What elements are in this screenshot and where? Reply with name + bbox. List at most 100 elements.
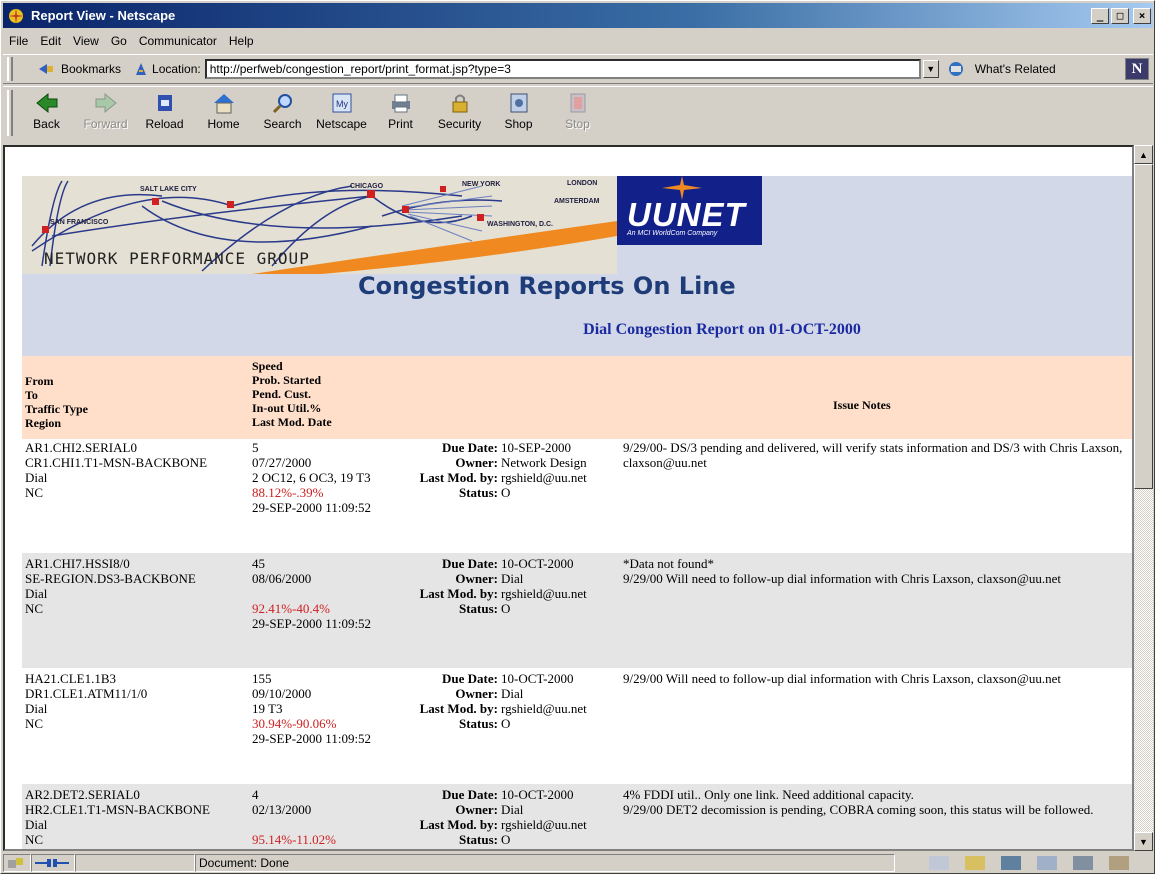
- close-button[interactable]: ×: [1133, 7, 1151, 24]
- address-book-icon[interactable]: [1037, 856, 1057, 870]
- pend-cust-value: [252, 586, 371, 601]
- due-date-label: Due Date:: [442, 556, 498, 571]
- table-row: HA21.CLE1.1B3 DR1.CLE1.ATM11/1/0 Dial NC 155…: [22, 668, 1132, 783]
- metrics-cell: 45 08/06/2000 92.41%-40.4% 29-SEP-2000 11:0…: [252, 556, 371, 631]
- security-status-icon[interactable]: [3, 854, 31, 872]
- maximize-button[interactable]: □: [1111, 7, 1129, 24]
- last-mod-by-label: Last Mod. by:: [419, 701, 498, 716]
- url-dropdown-button[interactable]: ▼: [922, 60, 939, 78]
- navigator-icon[interactable]: [929, 856, 949, 870]
- uunet-tagline: An MCI WorldCom Company: [627, 230, 718, 237]
- uunet-wordmark: UUNET: [627, 196, 746, 233]
- shop-button[interactable]: Shop: [489, 87, 548, 137]
- connection-icon: [8, 858, 23, 868]
- header-col-metrics: Speed Prob. Started Pend. Cust. In-out U…: [252, 359, 332, 429]
- edit-icon[interactable]: [1109, 856, 1129, 870]
- prob-started-value: 02/13/2000: [252, 802, 312, 817]
- city-label: LONDON: [567, 180, 597, 187]
- city-label: CHICAGO: [350, 183, 384, 190]
- traffic-type-value: Dial: [25, 470, 48, 485]
- menu-bar: File Edit View Go Communicator Help: [3, 31, 260, 51]
- util-value: 30.94%-90.06%: [252, 716, 337, 731]
- back-button[interactable]: Back: [17, 87, 76, 137]
- from-value: AR2.DET2.SERIAL0: [25, 787, 140, 802]
- due-date-value: 10-OCT-2000: [501, 556, 574, 571]
- bookmarks-icon: [39, 64, 53, 74]
- util-value: 95.14%-11.02%: [252, 832, 337, 847]
- traffic-type-value: Dial: [25, 817, 48, 832]
- whats-related-button[interactable]: What's Related: [947, 60, 1056, 78]
- region-value: NC: [25, 832, 44, 847]
- menu-file[interactable]: File: [3, 34, 34, 48]
- status-text: Document: Done: [195, 854, 895, 872]
- back-label: Back: [33, 117, 60, 131]
- header-issue-notes: Issue Notes: [833, 398, 891, 412]
- metrics-cell: 5 07/27/2000 2 OC12, 6 OC3, 19 T3 88.12%-.3…: [252, 440, 371, 515]
- bookmarks-button[interactable]: Bookmarks: [37, 61, 121, 77]
- toolbar-grip[interactable]: [7, 90, 13, 136]
- title-bar[interactable]: Report View - Netscape _ □ ×: [3, 3, 1153, 28]
- search-button[interactable]: Search: [253, 87, 312, 137]
- header-traffic-type: Traffic Type: [25, 402, 88, 416]
- menu-go[interactable]: Go: [105, 34, 133, 48]
- status-label: Status:: [458, 716, 498, 731]
- status-label: Status:: [458, 485, 498, 500]
- netscape-logo[interactable]: N: [1125, 58, 1149, 80]
- owner-label: Owner:: [455, 802, 498, 817]
- due-date-label: Due Date:: [442, 440, 498, 455]
- stop-icon: [570, 93, 585, 113]
- reload-button[interactable]: Reload: [135, 87, 194, 137]
- pend-cust-value: 2 OC12, 6 OC3, 19 T3: [252, 470, 371, 485]
- last-mod-by-label: Last Mod. by:: [419, 586, 498, 601]
- online-status-icon[interactable]: [31, 854, 75, 872]
- to-value: HR2.CLE1.T1-MSN-BACKBONE: [25, 802, 210, 817]
- status-label: Status:: [458, 601, 498, 616]
- due-date-value: 10-OCT-2000: [501, 787, 574, 802]
- to-value: SE-REGION.DS3-BACKBONE: [25, 571, 196, 586]
- route-cell: AR2.DET2.SERIAL0 HR2.CLE1.T1-MSN-BACKBONE…: [25, 787, 210, 847]
- forward-button[interactable]: Forward: [76, 87, 135, 137]
- header-region: Region: [25, 416, 61, 430]
- mail-icon[interactable]: [965, 856, 985, 870]
- scroll-thumb[interactable]: [1134, 164, 1153, 489]
- header-col-route: From To Traffic Type Region: [25, 374, 88, 430]
- print-label: Print: [388, 117, 413, 131]
- util-value: 88.12%-.39%: [252, 485, 324, 500]
- composer-icon[interactable]: [1073, 856, 1093, 870]
- search-label: Search: [263, 117, 302, 131]
- scroll-down-button[interactable]: ▼: [1134, 832, 1153, 851]
- issue-notes-value: *Data not found* 9/29/00 Will need to fo…: [623, 556, 1061, 586]
- vertical-scrollbar[interactable]: ▲ ▼: [1134, 145, 1153, 851]
- netscape-button[interactable]: My Netscape: [312, 87, 371, 137]
- report-banner: SALT LAKE CITY SAN FRANCISCO CHICAGO NEW…: [22, 176, 1132, 356]
- report-subtitle: Dial Congestion Report on 01-OCT-2000: [583, 321, 861, 338]
- prob-started-value: 07/27/2000: [252, 455, 312, 470]
- home-button[interactable]: Home: [194, 87, 253, 137]
- navigation-toolbar: Back Forward Reload Home Search My Netsc…: [3, 86, 1153, 140]
- menu-edit[interactable]: Edit: [34, 34, 67, 48]
- owner-cell: Due Date: 10-SEP-2000 Owner: Network Design…: [402, 440, 622, 500]
- traffic-type-value: Dial: [25, 701, 48, 716]
- svg-text:My: My: [336, 99, 348, 109]
- issue-notes-value: 4% FDDI util.. Only one link. Need addit…: [623, 787, 1094, 817]
- region-value: NC: [25, 716, 44, 731]
- newsgroups-icon[interactable]: [1001, 856, 1021, 870]
- security-button[interactable]: Security: [430, 87, 489, 137]
- stop-button[interactable]: Stop: [548, 87, 607, 137]
- prob-started-value: 08/06/2000: [252, 571, 312, 586]
- menu-view[interactable]: View: [67, 34, 105, 48]
- url-input[interactable]: http://perfweb/congestion_report/print_f…: [204, 59, 921, 79]
- scroll-up-button[interactable]: ▲: [1134, 145, 1153, 164]
- from-value: AR1.CHI7.HSSI8/0: [25, 556, 130, 571]
- header-speed: Speed: [252, 359, 283, 373]
- toolbar-grip[interactable]: [7, 57, 13, 81]
- page-viewport[interactable]: SALT LAKE CITY SAN FRANCISCO CHICAGO NEW…: [3, 145, 1134, 851]
- menu-communicator[interactable]: Communicator: [133, 34, 223, 48]
- header-from: From: [25, 374, 54, 388]
- netscape-icon: My: [332, 93, 351, 113]
- pend-cust-value: [252, 817, 336, 832]
- route-cell: AR1.CHI2.SERIAL0 CR1.CHI1.T1-MSN-BACKBONE…: [25, 440, 207, 500]
- menu-help[interactable]: Help: [223, 34, 260, 48]
- print-button[interactable]: Print: [371, 87, 430, 137]
- minimize-button[interactable]: _: [1091, 7, 1109, 24]
